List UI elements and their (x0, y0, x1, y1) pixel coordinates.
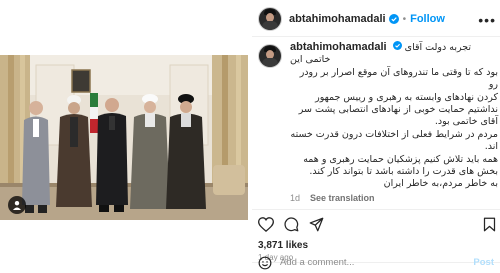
post-caption: abtahimohamadali تجربه دولت آقای خاتمی ا… (290, 41, 498, 191)
caption-line: همه باید تلاش کنیم پزشکیان حمایت رهبری و… (303, 153, 498, 165)
caption-line: بود که تا وقتی ما تندروهای آن موقع اصرار… (299, 66, 498, 91)
header-divider (252, 36, 500, 37)
tagged-people-button[interactable] (8, 196, 26, 214)
caption-line: بخش های قدرت را داشته باشد تا بتواند کار… (309, 166, 498, 178)
header-username[interactable]: abtahimohamadali (289, 13, 386, 25)
caption-meta: 1d See translation (290, 193, 375, 203)
actions-divider (252, 209, 500, 210)
share-icon[interactable] (309, 217, 324, 232)
action-bar (258, 214, 498, 234)
avatar[interactable] (258, 7, 282, 31)
post-comment-button[interactable]: Post (473, 257, 494, 268)
post-header: abtahimohamadali • Follow ••• (258, 4, 498, 34)
likes-count[interactable]: 3,871 likes (258, 240, 308, 251)
post-image-panel (0, 0, 248, 273)
follow-button[interactable]: Follow (410, 13, 445, 25)
caption-author (258, 44, 282, 68)
caption-line: اند. (484, 141, 498, 153)
comment-input[interactable]: Add a comment... (280, 257, 354, 268)
bookmark-icon[interactable] (483, 217, 496, 232)
comment-icon[interactable] (284, 217, 299, 232)
more-options-icon[interactable]: ••• (478, 12, 496, 28)
post-photo[interactable] (0, 55, 248, 220)
caption-line: مردم در شرایط فعلی از اختلافات درون قدرت… (290, 128, 498, 140)
verified-badge-icon (392, 41, 402, 50)
person-icon (13, 201, 21, 210)
caption-username[interactable]: abtahimohamadali (290, 41, 387, 53)
heart-icon[interactable] (258, 216, 274, 232)
caption-line: آقای خاتمی بود. (434, 116, 498, 128)
comment-bar: Add a comment... Post (252, 256, 500, 273)
separator-dot: • (402, 13, 407, 25)
caption-avatar[interactable] (258, 44, 282, 68)
caption-line: کردن نهادهای وابسته به رهبری و رییس جمهو… (315, 91, 498, 103)
verified-badge-icon (388, 14, 399, 24)
see-translation-link[interactable]: See translation (310, 193, 375, 203)
caption-line: به خاطر مردم،به خاطر ایران (383, 178, 498, 190)
emoji-icon[interactable] (258, 256, 272, 273)
caption-timestamp[interactable]: 1d (290, 193, 300, 203)
caption-line: نداشتیم حمایت خوبی از نهادهای انتصابی پش… (298, 104, 498, 116)
